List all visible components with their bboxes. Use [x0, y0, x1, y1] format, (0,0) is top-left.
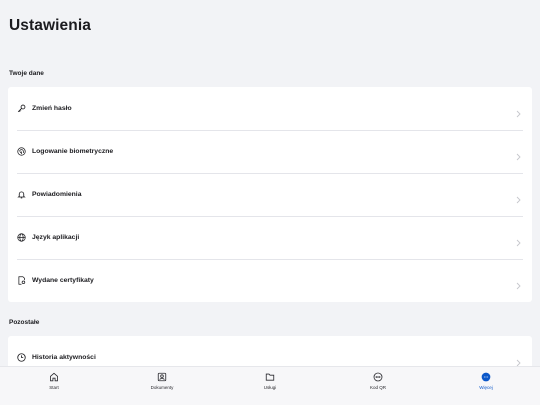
bell-icon	[17, 190, 26, 199]
nav-item-label: Start	[49, 385, 59, 390]
nav-item-documents[interactable]: Dokumenty	[108, 367, 216, 405]
id-card-icon	[157, 372, 167, 382]
nav-item-label: Dokumenty	[150, 385, 174, 390]
settings-item-notifications[interactable]: Powiadomienia	[8, 173, 532, 216]
nav-item-start[interactable]: Start	[0, 367, 108, 405]
fingerprint-icon	[17, 147, 26, 156]
nav-item-more[interactable]: Więcej	[432, 367, 540, 405]
home-icon	[49, 372, 59, 382]
settings-item-app-language[interactable]: Język aplikacji	[8, 216, 532, 259]
settings-item-biometric-login[interactable]: Logowanie biometryczne	[8, 130, 532, 173]
page-title: Ustawienia	[9, 17, 91, 34]
certificate-icon	[17, 276, 26, 285]
settings-item-issued-certificates[interactable]: Wydane certyfikaty	[8, 259, 532, 302]
settings-item-label: Wydane certyfikaty	[32, 277, 94, 284]
section-title-personal: Twoje dane	[9, 70, 44, 77]
history-icon	[17, 353, 26, 362]
qr-icon	[373, 372, 383, 382]
chevron-right-icon	[516, 234, 521, 246]
settings-card-personal: Zmień hasło Logowanie biometryczne Powia…	[8, 87, 532, 302]
chevron-right-icon	[516, 277, 521, 289]
globe-icon	[17, 233, 26, 242]
settings-item-label: Język aplikacji	[32, 234, 80, 241]
bottom-navigation: Start Dokumenty Usługi Kod QR Więcej	[0, 366, 540, 405]
nav-item-label: Kod QR	[369, 385, 386, 390]
settings-item-label: Historia aktywności	[32, 354, 96, 361]
chevron-right-icon	[516, 191, 521, 203]
more-icon	[481, 372, 491, 382]
key-icon	[17, 104, 26, 113]
chevron-right-icon	[516, 354, 521, 366]
nav-item-qr-code[interactable]: Kod QR	[324, 367, 432, 405]
nav-item-label: Usługi	[263, 385, 277, 390]
chevron-right-icon	[516, 148, 521, 160]
nav-item-services[interactable]: Usługi	[216, 367, 324, 405]
settings-item-label: Powiadomienia	[32, 191, 82, 198]
folder-icon	[265, 372, 275, 382]
settings-item-label: Logowanie biometryczne	[32, 148, 114, 155]
chevron-right-icon	[516, 105, 521, 117]
settings-item-label: Zmień hasło	[32, 105, 72, 112]
settings-item-change-password[interactable]: Zmień hasło	[8, 87, 532, 130]
section-title-other: Pozostałe	[9, 319, 40, 326]
nav-item-label: Więcej	[479, 385, 493, 390]
